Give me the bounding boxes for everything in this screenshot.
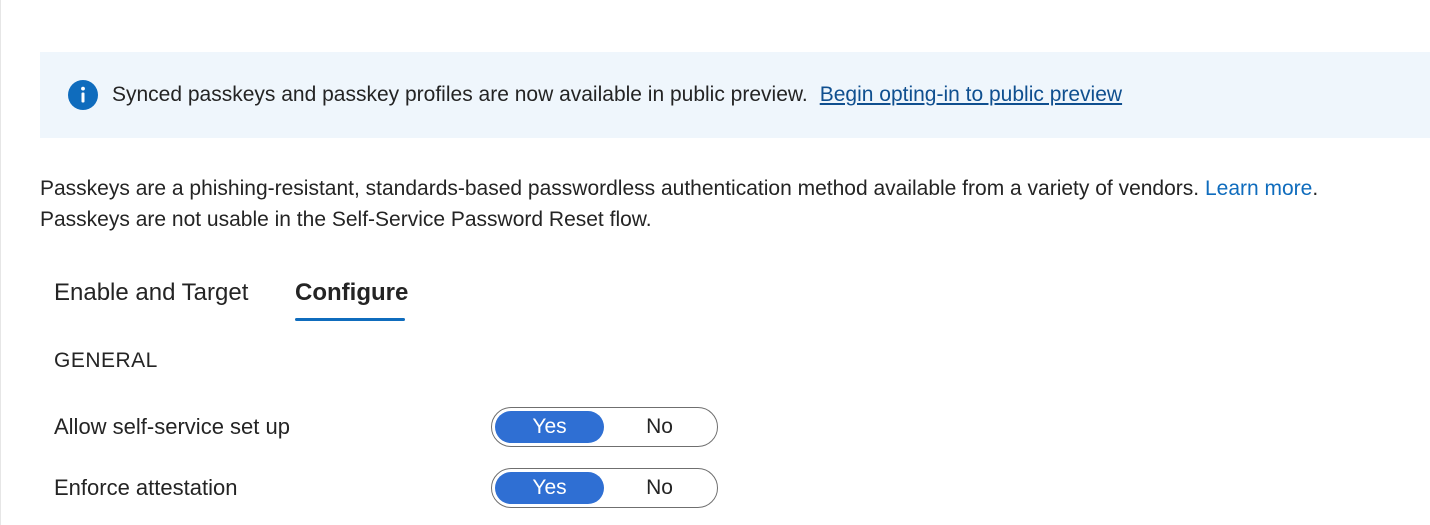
enforce-attestation-yes-option[interactable]: Yes xyxy=(495,472,604,504)
info-icon xyxy=(68,80,98,110)
allow-self-service-label: Allow self-service set up xyxy=(54,414,290,439)
description-line-2: Passkeys are not usable in the Self-Serv… xyxy=(40,208,652,231)
tab-enable-and-target[interactable]: Enable and Target xyxy=(54,276,248,310)
enforce-attestation-label: Enforce attestation xyxy=(54,475,238,500)
passkeys-description: Passkeys are a phishing-resistant, stand… xyxy=(40,173,1425,235)
enforce-attestation-no-option[interactable]: No xyxy=(605,472,714,504)
allow-self-service-toggle[interactable]: Yes No xyxy=(491,407,718,447)
description-line-1: Passkeys are a phishing-resistant, stand… xyxy=(40,173,1425,204)
allow-self-service-yes-option[interactable]: Yes xyxy=(495,411,604,443)
info-banner: Synced passkeys and passkey profiles are… xyxy=(40,52,1430,138)
description-text-1: Passkeys are a phishing-resistant, stand… xyxy=(40,177,1200,200)
learn-more-link[interactable]: Learn more xyxy=(1205,177,1312,200)
selected-tab-indicator xyxy=(295,318,405,321)
tab-configure[interactable]: Configure xyxy=(295,276,408,310)
enforce-attestation-toggle[interactable]: Yes No xyxy=(491,468,718,508)
banner-message: Synced passkeys and passkey profiles are… xyxy=(112,83,808,106)
begin-opt-in-link[interactable]: Begin opting-in to public preview xyxy=(820,83,1122,107)
general-section-heading: GENERAL xyxy=(54,349,158,372)
allow-self-service-no-option[interactable]: No xyxy=(605,411,714,443)
description-period: . xyxy=(1312,177,1319,200)
left-border xyxy=(0,0,1,525)
